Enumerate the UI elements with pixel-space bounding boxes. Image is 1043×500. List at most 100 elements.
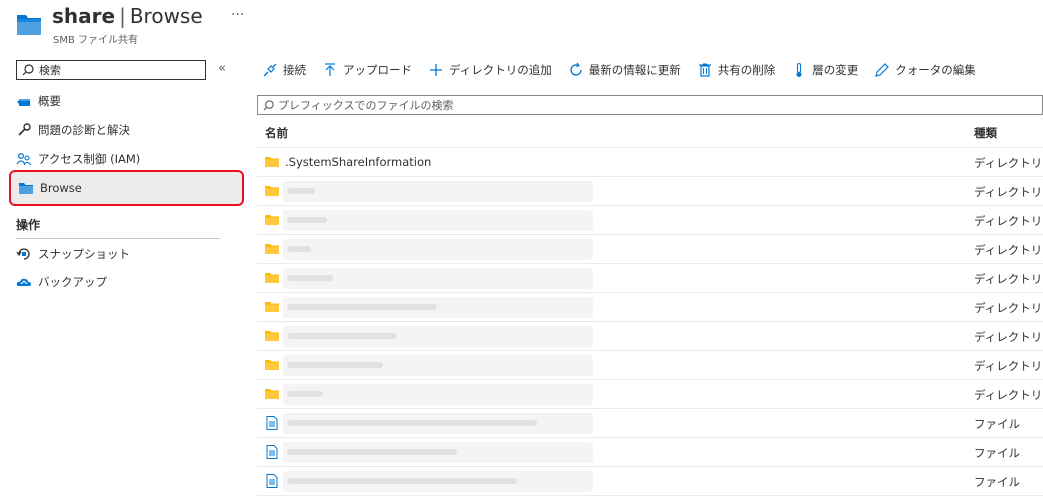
table-row[interactable]: ディレクトリ (257, 235, 1043, 264)
upload-icon (322, 62, 338, 78)
file-name[interactable]: .SystemShareInformation (285, 155, 431, 169)
upload-button[interactable]: アップロード (322, 62, 412, 78)
redacted-file-name[interactable] (283, 442, 593, 463)
table-row[interactable]: ディレクトリ (257, 264, 1043, 293)
file-type: ディレクトリ (974, 388, 1043, 402)
sidebar-item-label: スナップショット (38, 247, 130, 261)
upload-label: アップロード (343, 63, 412, 77)
table-row[interactable]: .SystemShareInformation ディレクトリ (257, 148, 1043, 177)
file-icon (266, 474, 278, 488)
table-row[interactable]: ディレクトリ (257, 293, 1043, 322)
table-row[interactable]: ディレクトリ (257, 380, 1043, 409)
folder-icon (265, 215, 279, 225)
folder-share-icon (17, 15, 41, 35)
folder-icon (265, 244, 279, 254)
refresh-icon (568, 62, 584, 78)
folder-icon (265, 302, 279, 312)
title-separator: | (119, 4, 126, 28)
search-icon (263, 99, 274, 111)
redacted-file-name[interactable] (283, 355, 593, 376)
sidebar-item-diagnose[interactable]: 問題の診断と解決 (16, 117, 236, 143)
page-subtitle: SMB ファイル共有 (53, 35, 139, 46)
file-type: ディレクトリ (974, 185, 1043, 199)
edit-quota-button[interactable]: クォータの編集 (874, 62, 976, 78)
section-divider (16, 238, 220, 239)
table-row[interactable]: ディレクトリ (257, 177, 1043, 206)
page-title: share | Browse ··· (52, 4, 244, 28)
file-type: ディレクトリ (974, 214, 1043, 228)
column-header-name[interactable]: 名前 (265, 125, 288, 141)
folder-icon (265, 331, 279, 341)
file-table: 名前 種類 .SystemShareInformation ディレクトリ ディレクト… (257, 118, 1043, 496)
redacted-file-name[interactable] (283, 268, 593, 289)
table-row[interactable]: ディレクトリ (257, 322, 1043, 351)
command-toolbar: 接続 アップロード ディレクトリの追加 最新の情報に更新 共有の削除 層の変更 (262, 58, 992, 82)
trash-icon (697, 62, 713, 78)
more-options-icon[interactable]: ··· (231, 7, 244, 23)
page-header: share | Browse ··· SMB ファイル共有 (16, 4, 616, 46)
sidebar-item-iam[interactable]: アクセス制御 (IAM) (16, 146, 236, 172)
connect-button[interactable]: 接続 (262, 62, 306, 78)
sidebar-search-input[interactable]: 検索 (16, 60, 206, 80)
plug-icon (262, 62, 278, 78)
redacted-file-name[interactable] (283, 413, 593, 434)
file-type: ディレクトリ (974, 272, 1043, 286)
redacted-file-name[interactable] (283, 326, 593, 347)
change-tier-button[interactable]: 層の変更 (791, 62, 858, 78)
sidebar-item-browse[interactable]: Browse (9, 170, 244, 206)
sidebar: 検索 « 概要 問題の診断と解決 アクセス制御 (IAM) Browse 操作 … (0, 54, 248, 500)
table-header: 名前 種類 (257, 118, 1043, 148)
sidebar-item-backup[interactable]: バックアップ (16, 269, 236, 295)
folder-icon (265, 360, 279, 370)
redacted-file-name[interactable] (283, 239, 593, 260)
file-type: ディレクトリ (974, 301, 1043, 315)
thermometer-icon (791, 62, 807, 78)
pencil-icon (874, 62, 890, 78)
backup-cloud-icon (16, 274, 32, 290)
table-row[interactable]: ファイル (257, 467, 1043, 496)
file-icon (266, 445, 278, 459)
redacted-file-name[interactable] (283, 181, 593, 202)
column-header-type[interactable]: 種類 (974, 125, 997, 141)
overview-icon (16, 93, 32, 109)
redacted-file-name[interactable] (283, 471, 593, 492)
sidebar-item-snapshot[interactable]: スナップショット (16, 241, 236, 267)
share-name: share (52, 4, 116, 28)
file-type: ファイル (974, 446, 1020, 460)
folder-icon (265, 186, 279, 196)
file-type: ファイル (974, 417, 1020, 431)
plus-icon (428, 62, 444, 78)
file-icon (266, 416, 278, 430)
folder-icon (265, 157, 279, 167)
table-row[interactable]: ディレクトリ (257, 206, 1043, 235)
refresh-label: 最新の情報に更新 (588, 63, 681, 77)
redacted-file-name[interactable] (283, 297, 593, 318)
folder-icon (265, 389, 279, 399)
connect-label: 接続 (283, 63, 306, 77)
refresh-button[interactable]: 最新の情報に更新 (568, 62, 681, 78)
file-search-input[interactable]: プレフィックスでのファイルの検索 (257, 95, 1043, 115)
collapse-sidebar-button[interactable]: « (218, 61, 226, 76)
sidebar-item-overview[interactable]: 概要 (16, 88, 236, 114)
folder-icon (18, 180, 34, 196)
table-row[interactable]: ファイル (257, 438, 1043, 467)
add-directory-button[interactable]: ディレクトリの追加 (428, 62, 552, 78)
file-type: ディレクトリ (974, 359, 1043, 373)
delete-share-button[interactable]: 共有の削除 (697, 62, 775, 78)
people-icon (16, 151, 32, 167)
sidebar-item-label: Browse (40, 181, 82, 195)
file-type: ディレクトリ (974, 243, 1043, 257)
redacted-file-name[interactable] (283, 384, 593, 405)
redacted-file-name[interactable] (283, 210, 593, 231)
table-row[interactable]: ディレクトリ (257, 351, 1043, 380)
add-directory-label: ディレクトリの追加 (449, 63, 552, 77)
change-tier-label: 層の変更 (812, 63, 859, 77)
sidebar-item-label: アクセス制御 (IAM) (38, 152, 141, 166)
operations-section-title: 操作 (16, 218, 41, 232)
sidebar-item-label: バックアップ (38, 275, 107, 289)
table-row[interactable]: ファイル (257, 409, 1043, 438)
file-type: ディレクトリ (974, 156, 1043, 170)
edit-quota-label: クォータの編集 (895, 63, 976, 77)
sidebar-item-label: 概要 (38, 94, 61, 108)
file-search-placeholder: プレフィックスでのファイルの検索 (278, 99, 454, 112)
